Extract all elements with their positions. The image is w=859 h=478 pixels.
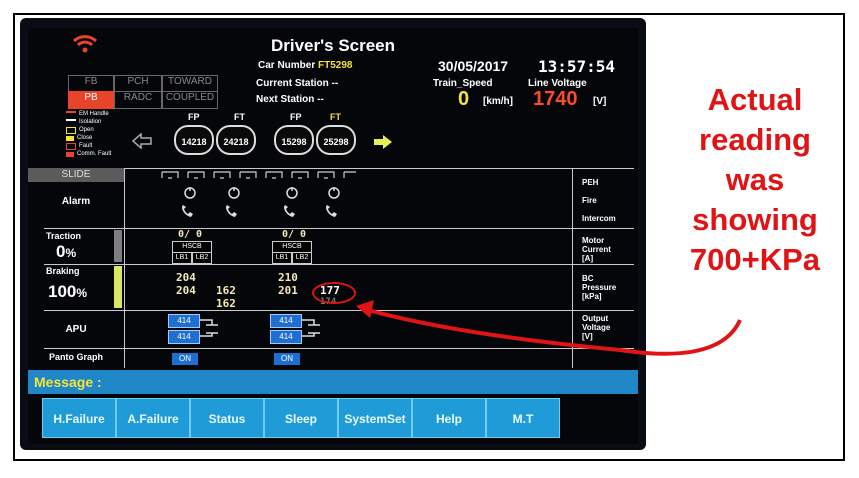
message-bar: Message :: [28, 370, 638, 394]
mode-tile-pch[interactable]: PCH: [114, 75, 162, 92]
car-2[interactable]: 24218: [216, 125, 256, 155]
peh-label: PEH: [582, 178, 599, 187]
car-number-value: FT5298: [318, 60, 353, 71]
bc-car3-top: 210: [278, 271, 298, 284]
divider: [124, 168, 125, 368]
braking-label: Braking: [46, 266, 80, 276]
page-title: Driver's Screen: [270, 36, 396, 55]
a-failure-button[interactable]: A.Failure: [116, 398, 190, 438]
bc-car2-bottom: 162: [216, 297, 236, 310]
mode-tile-fb[interactable]: FB: [68, 75, 114, 92]
systemset-button[interactable]: SystemSet: [338, 398, 412, 438]
phone-icon: [284, 205, 295, 217]
capacitor-icon: [200, 319, 218, 337]
mode-tile-pb[interactable]: PB: [68, 91, 114, 109]
comm-fault-swatch: [66, 151, 74, 157]
divider: [44, 228, 634, 229]
panto-label: Panto Graph: [48, 352, 103, 362]
line-voltage-value: 1740: [533, 88, 578, 110]
car-type-2: FT: [234, 112, 245, 122]
current-station: Current Station --: [256, 78, 339, 89]
bc-car2-top: 162: [216, 284, 236, 297]
car-number-label: Car Number: [258, 60, 316, 71]
fire-icon: [286, 187, 298, 199]
apu2-bottom: 414: [270, 330, 302, 344]
traction-car1: 0/ 0: [178, 229, 203, 240]
arrow-left-icon[interactable]: [132, 133, 152, 149]
status-button[interactable]: Status: [190, 398, 264, 438]
em-handle-swatch: [66, 110, 76, 118]
alarm-label: Alarm: [61, 196, 91, 207]
braking-bar: [114, 266, 122, 308]
intercom-label: Intercom: [582, 214, 616, 223]
legend-item: EM Handle: [66, 110, 146, 118]
sleep-button[interactable]: Sleep: [264, 398, 338, 438]
panto1-status: ON: [172, 353, 198, 365]
time-display: 13:57:54: [538, 57, 616, 76]
apu1-top: 414: [168, 314, 200, 328]
car-type-1: FP: [188, 112, 200, 122]
bc-car3-bottom: 201: [278, 284, 298, 297]
car-type-3: FP: [290, 112, 302, 122]
annotation-callout: Actual reading was showing 700+KPa: [689, 82, 821, 277]
phone-icon: [326, 205, 337, 217]
traction-car3: 0/ 0: [282, 229, 307, 240]
help-button[interactable]: Help: [412, 398, 486, 438]
lb1-label: LB1: [272, 252, 292, 264]
date-display: 30/05/2017: [438, 58, 509, 74]
traction-label: Traction: [46, 231, 82, 241]
braking-value: 100%: [48, 282, 88, 301]
lb2-label: LB2: [292, 252, 312, 264]
fault-swatch: [66, 142, 76, 150]
fire-icon: [328, 187, 340, 199]
mode-tile-toward[interactable]: TOWARD: [162, 75, 218, 92]
motor-current-label: Motor Current [A]: [582, 236, 611, 263]
arrow-right-icon[interactable]: [374, 135, 392, 149]
car-1[interactable]: 14218: [174, 125, 214, 155]
apu-label: APU: [65, 324, 87, 335]
mode-tile-radc[interactable]: RADC: [114, 91, 162, 109]
panto2-status: ON: [274, 353, 300, 365]
legend-item: Comm. Fault: [66, 150, 146, 158]
fire-icon: [228, 187, 240, 199]
isolation-swatch: [66, 118, 76, 126]
lb2-label: LB2: [192, 252, 212, 264]
traction-bar: [114, 230, 122, 262]
slide-label: SLIDE: [28, 168, 124, 182]
mode-tile-coupled[interactable]: COUPLED: [162, 91, 218, 109]
car-4[interactable]: 25298: [316, 125, 356, 155]
phone-icon: [182, 205, 193, 217]
capacitor-icon: [302, 319, 320, 337]
apu1-bottom: 414: [168, 330, 200, 344]
mt-button[interactable]: M.T: [486, 398, 560, 438]
h-failure-button[interactable]: H.Failure: [42, 398, 116, 438]
train-speed-value: 0: [458, 88, 470, 110]
fire-label: Fire: [582, 196, 597, 205]
legend-item: Isolation: [66, 118, 146, 126]
train-speed-unit: [km/h]: [483, 96, 513, 107]
phone-icon: [226, 205, 237, 217]
close-swatch: [66, 135, 74, 141]
divider: [44, 264, 634, 265]
bc-car1-top: 204: [176, 271, 196, 284]
fire-icon: [184, 187, 196, 199]
open-swatch: [66, 126, 76, 134]
bc-car1-bottom: 204: [176, 284, 196, 297]
slide-indicators: [161, 171, 356, 179]
line-voltage-unit: [V]: [593, 96, 607, 107]
divider: [44, 168, 634, 169]
car-3[interactable]: 15298: [274, 125, 314, 155]
car-type-4: FT: [330, 112, 341, 122]
next-station: Next Station --: [256, 94, 324, 105]
drivers-screen: Driver's Screen Car Number FT5298 30/05/…: [28, 28, 638, 444]
traction-value: 0%: [56, 242, 77, 261]
annotation-arrow: [356, 300, 742, 356]
car-number: Car Number FT5298: [258, 60, 353, 71]
lb1-label: LB1: [172, 252, 192, 264]
apu2-top: 414: [270, 314, 302, 328]
